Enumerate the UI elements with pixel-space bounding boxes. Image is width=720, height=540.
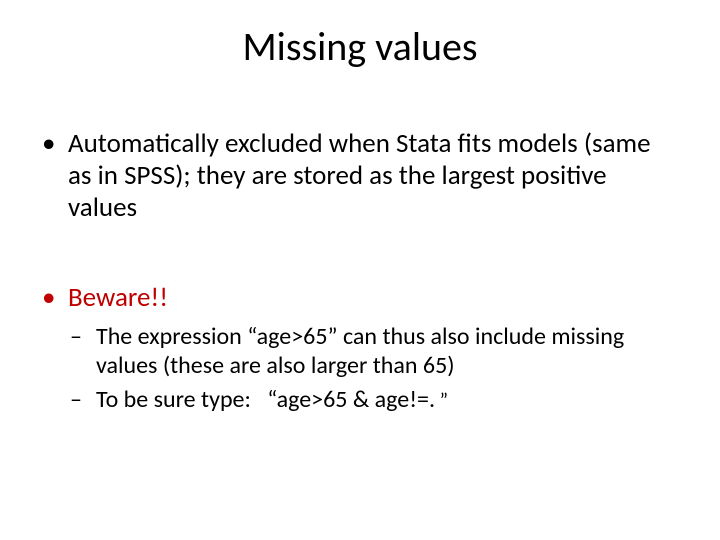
bullet-item-1: Automatically excluded when Stata fits m… (40, 128, 680, 224)
sub-bullet-2: To be sure type: “age>65 & age!=. ” (68, 386, 680, 414)
bullet-list-level1: Automatically excluded when Stata fits m… (40, 128, 680, 313)
slide-title: Missing values (0, 22, 720, 71)
sub-bullet-2-text: To be sure type: “age>65 & age!=. (96, 385, 435, 414)
sub-bullet-2-tail: ” (435, 389, 448, 413)
bullet-item-beware: Beware!! (40, 282, 680, 314)
sub-bullet-1: The expression “age>65” can thus also in… (68, 323, 680, 380)
slide-body: Automatically excluded when Stata fits m… (40, 128, 680, 420)
slide: Missing values Automatically excluded wh… (0, 0, 720, 540)
bullet-list-level2: The expression “age>65” can thus also in… (68, 323, 680, 414)
